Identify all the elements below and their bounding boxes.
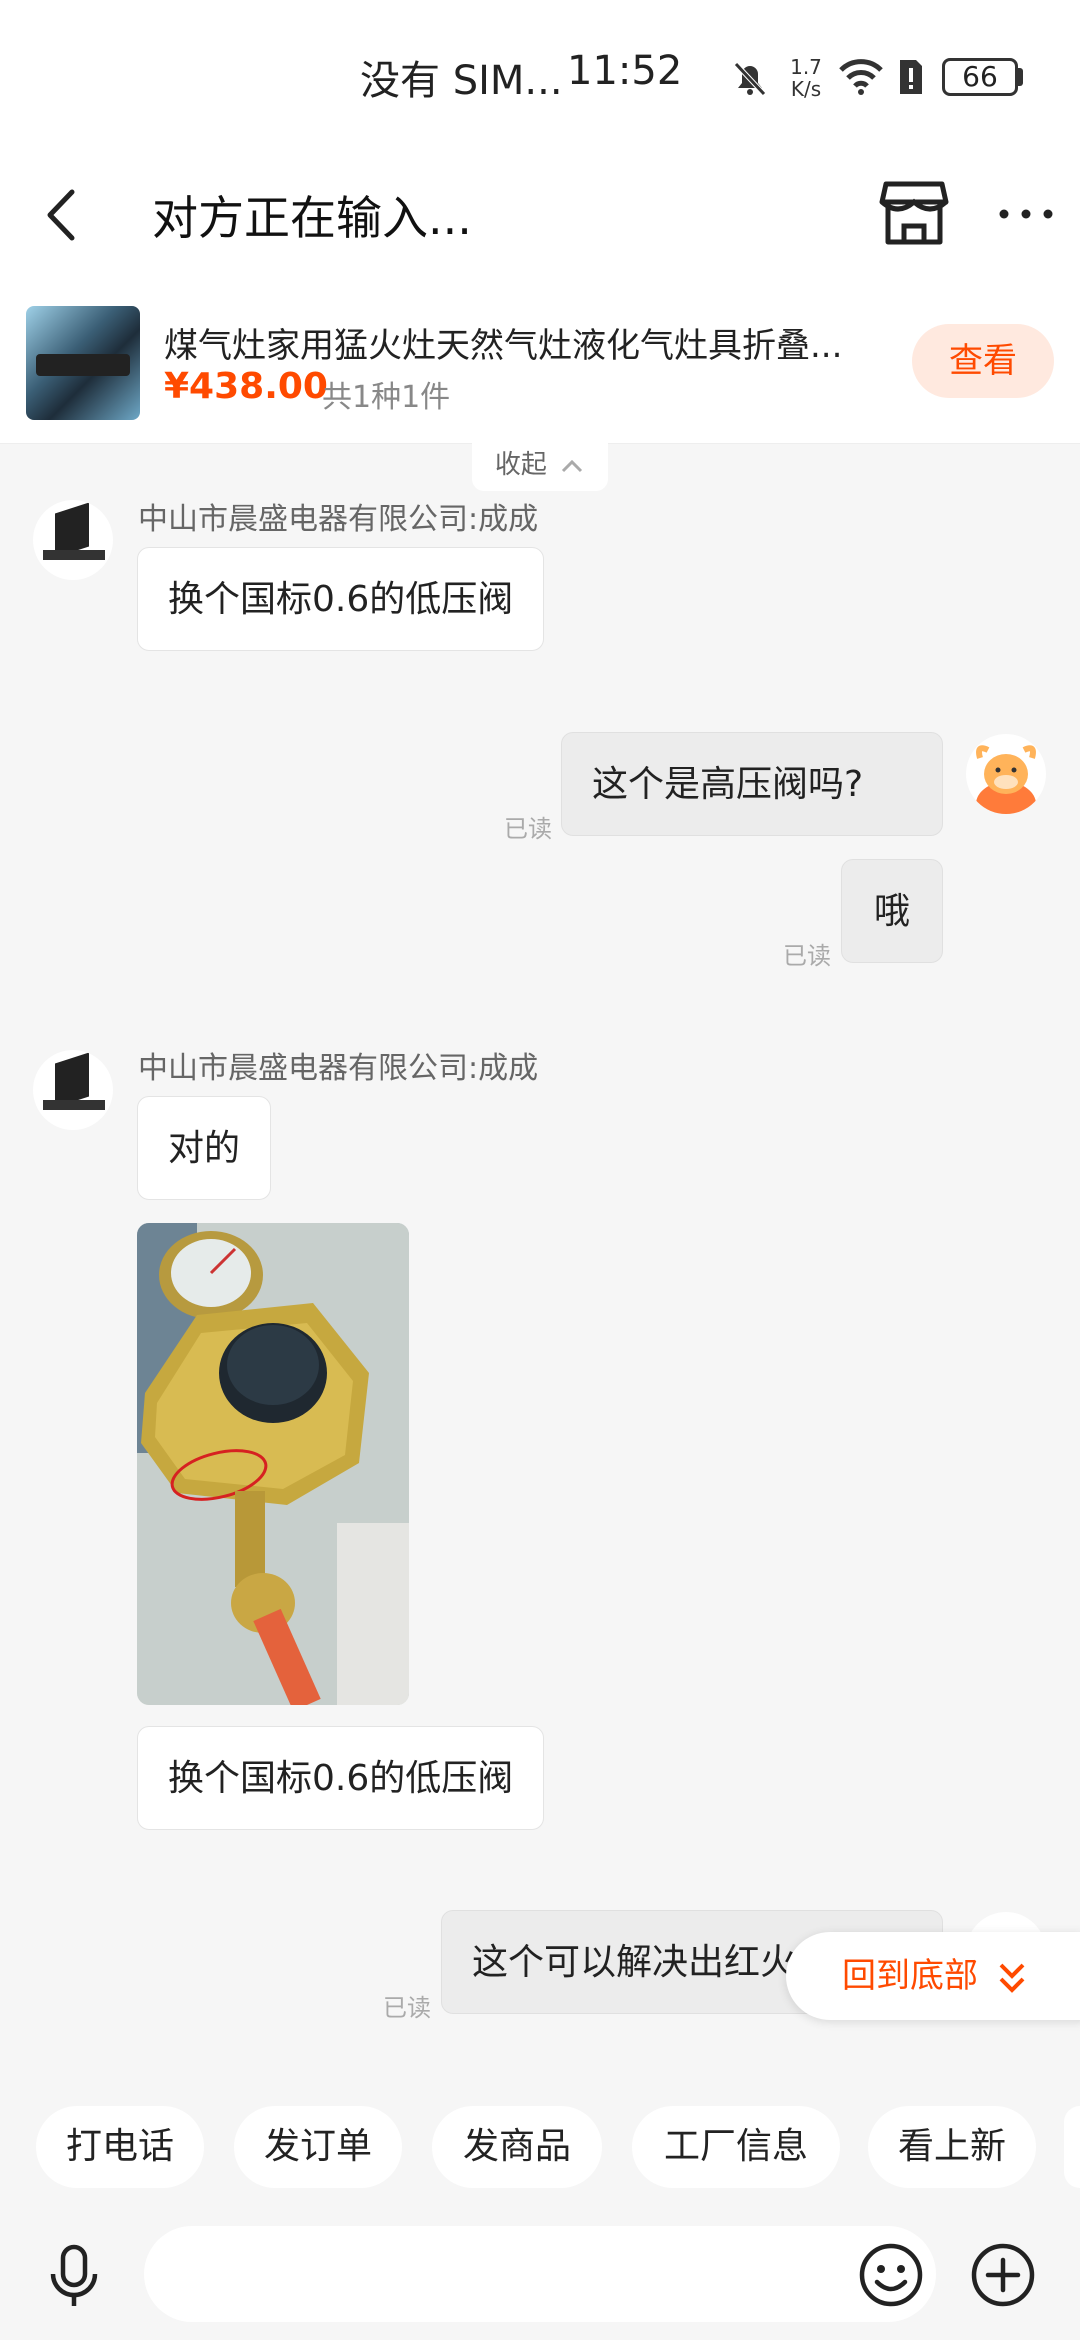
input-bar bbox=[0, 2210, 1080, 2340]
chat-header: 对方正在输入... bbox=[0, 150, 1080, 280]
message-bubble[interactable]: 换个国标0.6的低压阀 bbox=[137, 547, 545, 651]
read-status: 已读 bbox=[383, 1994, 431, 2022]
more-icon[interactable] bbox=[996, 206, 1056, 222]
store-icon[interactable] bbox=[878, 180, 950, 248]
quick-action-factory-info[interactable]: 工厂信息 bbox=[632, 2106, 840, 2188]
network-speed: 1.7 K/s bbox=[790, 55, 822, 101]
sim-alert-icon bbox=[900, 60, 922, 94]
message-input[interactable] bbox=[144, 2226, 936, 2322]
collapse-button[interactable]: 收起 bbox=[472, 443, 608, 491]
microphone-icon[interactable] bbox=[48, 2244, 100, 2310]
read-status: 已读 bbox=[504, 815, 552, 843]
mute-bell-icon bbox=[734, 62, 766, 96]
quick-action-call[interactable]: 打电话 bbox=[36, 2106, 204, 2188]
page-title: 对方正在输入... bbox=[152, 191, 472, 245]
message-image[interactable] bbox=[137, 1223, 409, 1705]
read-status: 已读 bbox=[783, 942, 831, 970]
battery-tip bbox=[1018, 68, 1023, 86]
message-bubble[interactable]: 哦 bbox=[841, 859, 943, 963]
shop-avatar[interactable] bbox=[33, 500, 113, 580]
message-bubble[interactable]: 换个国标0.6的低压阀 bbox=[137, 1726, 545, 1830]
chevron-up-icon bbox=[562, 459, 583, 472]
product-quantity: 共1种1件 bbox=[322, 380, 451, 415]
sender-name: 中山市晨盛电器有限公司:成成 bbox=[138, 1051, 539, 1086]
back-to-bottom-button[interactable]: 回到底部 bbox=[786, 1932, 1080, 2020]
quick-action-new-arrivals[interactable]: 看上新 bbox=[868, 2106, 1036, 2188]
double-chevron-down-icon bbox=[999, 1963, 1025, 1993]
carrier-label: 没有 SIM... bbox=[360, 58, 563, 104]
product-price: ¥438.00 bbox=[164, 366, 328, 407]
my-avatar[interactable] bbox=[966, 734, 1046, 814]
view-button[interactable]: 查看 bbox=[912, 324, 1054, 398]
product-thumbnail[interactable] bbox=[26, 306, 140, 420]
status-bar: 没有 SIM... 11:52 1.7 K/s 66 bbox=[0, 0, 1080, 150]
product-card[interactable]: 煤气灶家用猛火灶天然气灶液化气灶具折叠... ¥438.00 共1种1件 查看 bbox=[0, 280, 1080, 444]
cow-avatar-icon bbox=[976, 745, 1036, 814]
product-title: 煤气灶家用猛火灶天然气灶液化气灶具折叠... bbox=[164, 326, 843, 366]
back-to-bottom-label: 回到底部 bbox=[842, 1956, 978, 1996]
shop-avatar[interactable] bbox=[33, 1050, 113, 1130]
sender-name: 中山市晨盛电器有限公司:成成 bbox=[138, 502, 539, 537]
chevron-left-icon[interactable] bbox=[40, 186, 84, 244]
wifi-icon bbox=[839, 59, 883, 95]
plus-icon[interactable] bbox=[970, 2242, 1036, 2308]
message-bubble[interactable]: 这个是高压阀吗? bbox=[561, 732, 943, 836]
quick-action-overflow[interactable] bbox=[1064, 2106, 1080, 2188]
quick-action-send-order[interactable]: 发订单 bbox=[234, 2106, 402, 2188]
battery-indicator: 66 bbox=[942, 58, 1018, 96]
gas-regulator-photo bbox=[137, 1223, 409, 1705]
collapse-label: 收起 bbox=[494, 450, 547, 480]
emoji-icon[interactable] bbox=[858, 2242, 924, 2308]
message-bubble[interactable]: 对的 bbox=[137, 1096, 272, 1200]
clock: 11:52 bbox=[567, 48, 683, 94]
quick-action-send-product[interactable]: 发商品 bbox=[432, 2106, 602, 2188]
